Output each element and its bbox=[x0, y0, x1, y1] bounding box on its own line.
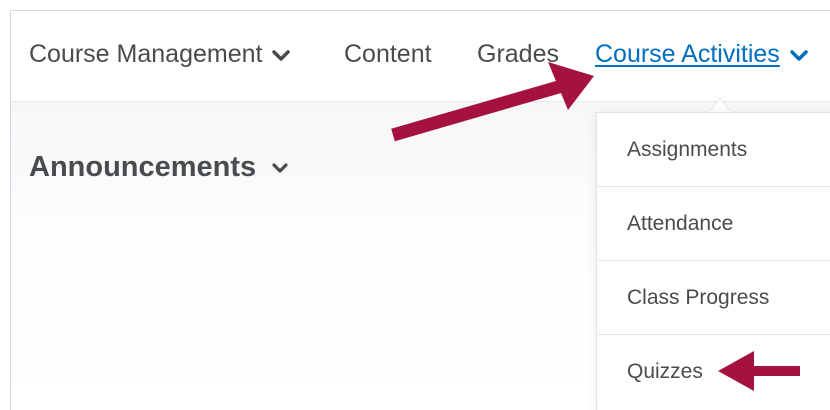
nav-item-label: Content bbox=[344, 40, 432, 68]
announcements-widget-title[interactable]: Announcements bbox=[29, 151, 290, 184]
nav-item-label: Grades bbox=[477, 40, 559, 68]
menu-item-quizzes[interactable]: Quizzes bbox=[597, 335, 830, 409]
menu-item-label: Class Progress bbox=[627, 285, 770, 309]
nav-item-course-management[interactable]: Course Management bbox=[29, 39, 292, 69]
chevron-down-icon bbox=[790, 50, 808, 61]
lms-window: Course Management Content Grades Course … bbox=[10, 10, 830, 410]
dropdown-caret bbox=[708, 97, 732, 113]
chevron-down-icon bbox=[272, 162, 288, 173]
nav-item-grades[interactable]: Grades bbox=[477, 39, 559, 69]
nav-item-course-activities[interactable]: Course Activities bbox=[595, 39, 810, 69]
course-navbar: Course Management Content Grades Course … bbox=[11, 11, 830, 102]
widget-title-label: Announcements bbox=[29, 151, 257, 183]
menu-item-class-progress[interactable]: Class Progress bbox=[597, 261, 830, 335]
menu-item-label: Attendance bbox=[627, 211, 734, 235]
menu-item-assignments[interactable]: Assignments bbox=[597, 113, 830, 187]
course-activities-dropdown: Assignments Attendance Class Progress Qu… bbox=[596, 112, 830, 410]
menu-item-label: Assignments bbox=[627, 137, 748, 161]
menu-item-attendance[interactable]: Attendance bbox=[597, 187, 830, 261]
chevron-down-icon bbox=[272, 50, 291, 61]
nav-item-label: Course Activities bbox=[595, 40, 780, 68]
nav-item-label: Course Management bbox=[29, 40, 263, 68]
nav-item-content[interactable]: Content bbox=[344, 39, 432, 69]
menu-item-label: Quizzes bbox=[627, 360, 703, 383]
